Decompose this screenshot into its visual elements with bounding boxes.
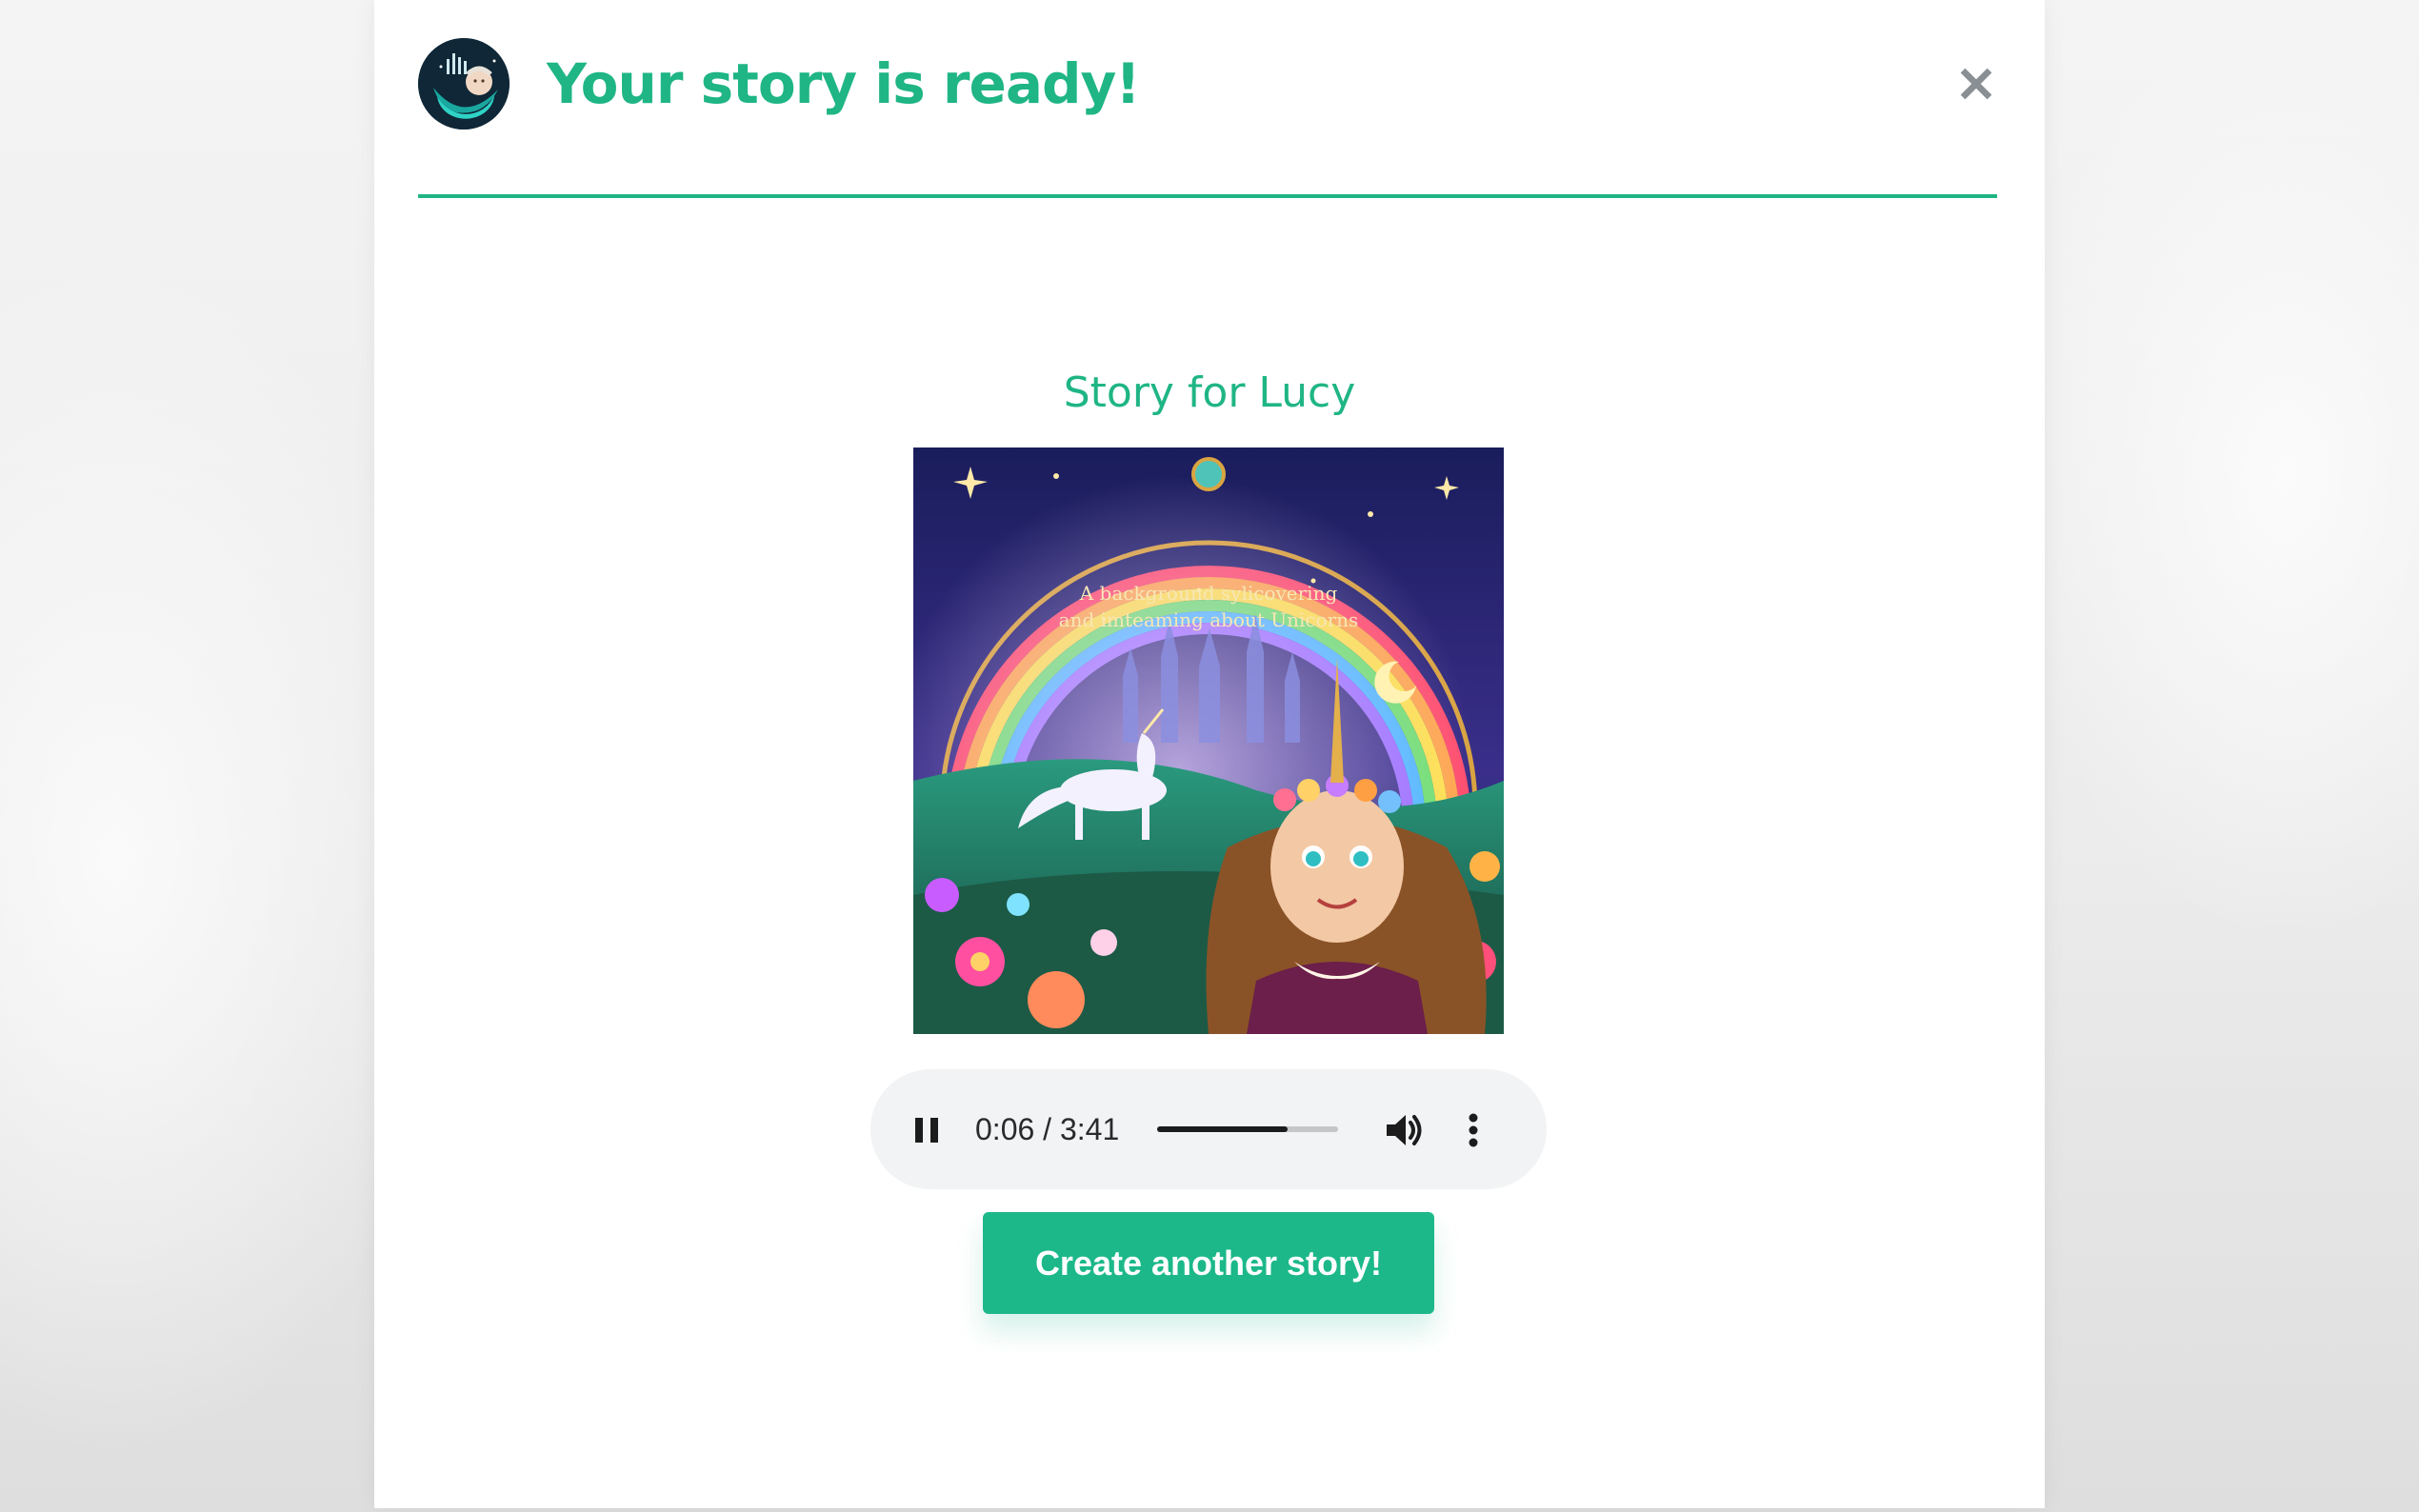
close-icon: ✕: [1955, 58, 1997, 113]
story-ready-modal: Your story is ready! ✕ Story for Lucy A …: [374, 0, 2045, 1508]
pause-icon: [915, 1118, 938, 1143]
modal-title: Your story is ready!: [547, 51, 1141, 116]
audio-player: 0:06 / 3:41: [870, 1069, 1547, 1189]
cover-caption-line1: A background sylicovering: [1079, 582, 1338, 605]
seek-bar[interactable]: [1157, 1126, 1338, 1132]
more-vertical-icon: [1469, 1113, 1478, 1147]
audio-time: 0:06 / 3:41: [975, 1112, 1120, 1146]
volume-button[interactable]: [1385, 1111, 1425, 1149]
cover-caption-line2: and imteaming about Unicorns: [1059, 608, 1359, 631]
story-heading: Story for Lucy: [1063, 368, 1356, 417]
moon-baby-logo-icon: [418, 38, 510, 129]
volume-icon: [1387, 1115, 1422, 1145]
close-button[interactable]: ✕: [1955, 58, 1997, 113]
pause-button[interactable]: [912, 1116, 941, 1144]
create-another-story-button[interactable]: Create another story!: [983, 1212, 1434, 1314]
story-cover-image: A background sylicovering and imteaming …: [913, 448, 1504, 1034]
seek-progress: [1157, 1126, 1288, 1132]
modal-header: Your story is ready! ✕: [418, 36, 1997, 198]
more-options-button[interactable]: [1462, 1111, 1485, 1149]
